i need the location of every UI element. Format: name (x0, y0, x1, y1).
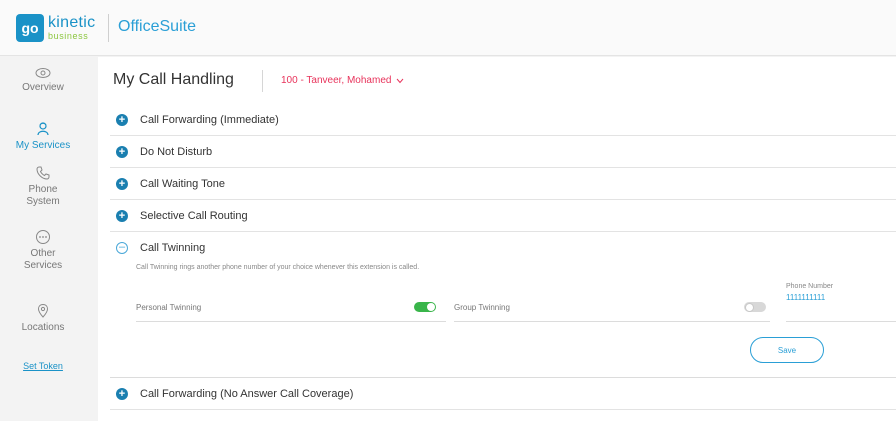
section-call-twinning[interactable]: – Call Twinning (110, 232, 896, 264)
logo-go-mark: go (16, 14, 44, 42)
section-call-waiting-tone[interactable]: + Call Waiting Tone (110, 168, 896, 200)
toggle-knob (745, 302, 754, 312)
personal-twinning-toggle[interactable] (414, 302, 436, 312)
phone-number-input[interactable]: 1111111111 (786, 293, 825, 302)
title-divider (262, 70, 263, 92)
chevron-down-icon (397, 78, 404, 83)
sidebar-item-my-services[interactable]: My Services (0, 121, 86, 152)
set-token-link[interactable]: Set Token (0, 361, 86, 371)
section-label: Selective Call Routing (140, 209, 248, 222)
sidebar-item-other-services[interactable]: Other Services (0, 229, 86, 272)
section-do-not-disturb[interactable]: + Do Not Disturb (110, 136, 896, 168)
field-underline (454, 321, 770, 322)
expand-icon: + (116, 113, 128, 126)
more-icon (36, 230, 50, 244)
logo-wordmark: kinetic business (48, 15, 95, 41)
section-label: Call Forwarding (Immediate) (140, 113, 279, 126)
user-selector[interactable]: 100 - Tanveer, Mohamed (281, 75, 404, 86)
main-content: My Call Handling 100 - Tanveer, Mohamed … (98, 57, 896, 421)
section-call-forwarding-immediate[interactable]: + Call Forwarding (Immediate) (110, 104, 896, 136)
group-twinning-label: Group Twinning (454, 303, 510, 312)
eye-icon (35, 68, 51, 78)
section-selective-call-routing[interactable]: + Selective Call Routing (110, 200, 896, 232)
section-label: Call Waiting Tone (140, 177, 225, 190)
field-underline (786, 321, 896, 322)
location-pin-icon (37, 303, 49, 318)
sidebar-item-phone-system[interactable]: Phone System (0, 165, 86, 208)
personal-twinning-label: Personal Twinning (136, 303, 202, 312)
field-underline (136, 321, 446, 322)
app-title: OfficeSuite (118, 18, 196, 35)
section-label: Call Forwarding (No Answer Call Coverage… (140, 387, 354, 400)
expand-icon: + (116, 387, 128, 400)
expand-icon: + (116, 145, 128, 158)
page-title: My Call Handling (113, 71, 234, 88)
toggle-knob (427, 303, 435, 311)
sidebar-item-label: My Services (15, 140, 71, 151)
collapse-icon: – (116, 242, 128, 254)
sidebar-item-overview[interactable]: Overview (0, 67, 86, 94)
user-selector-label: 100 - Tanveer, Mohamed (281, 75, 392, 86)
logo-kinetic-text: kinetic (48, 14, 96, 31)
sidebar-item-label: Overview (22, 82, 64, 93)
expand-icon: + (116, 177, 128, 190)
phone-number-label: Phone Number (786, 283, 834, 290)
sidebar-item-label: Locations (21, 322, 65, 333)
sidebar-item-label: Other Services (23, 248, 63, 271)
section-call-forwarding-no-answer[interactable]: + Call Forwarding (No Answer Call Covera… (110, 378, 896, 410)
user-services-icon (37, 122, 49, 136)
expand-icon: + (116, 209, 128, 222)
brand-logo[interactable]: go kinetic business (16, 14, 95, 42)
sidebar-item-label: Phone System (26, 184, 60, 207)
logo-business-text: business (48, 31, 89, 41)
sidebar: Overview My Services Phone System Other … (0, 57, 86, 421)
group-twinning-toggle[interactable] (744, 302, 766, 312)
section-label: Call Twinning (140, 242, 206, 254)
phone-icon (36, 166, 50, 180)
top-bar: go kinetic business OfficeSuite (0, 0, 896, 56)
twinning-description: Call Twinning rings another phone number… (136, 264, 420, 271)
sidebar-item-locations[interactable]: Locations (0, 303, 86, 334)
section-label: Do Not Disturb (140, 145, 213, 158)
header-divider (108, 14, 109, 42)
save-button[interactable]: Save (750, 337, 824, 363)
